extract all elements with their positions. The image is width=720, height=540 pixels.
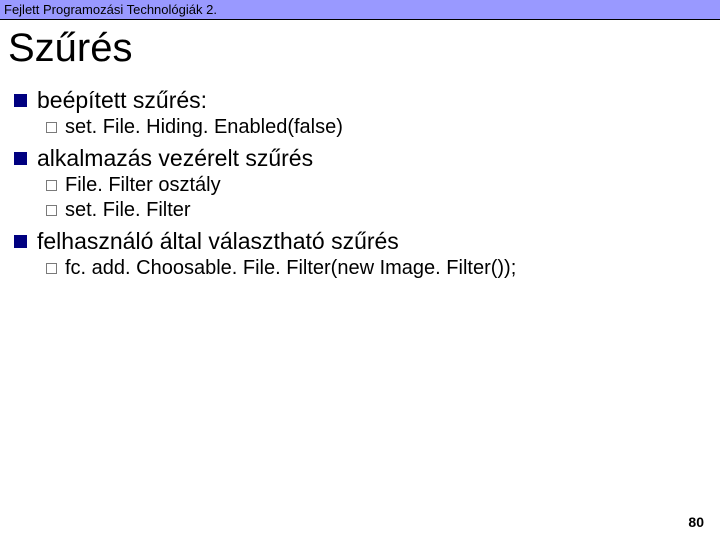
square-bullet-icon (14, 94, 27, 107)
list-subitem-label: File. Filter osztály (65, 174, 221, 197)
list-item: felhasználó által választható szűrés (14, 228, 706, 255)
hollow-square-bullet-icon (46, 205, 57, 216)
list-subitem: set. File. Hiding. Enabled(false) (46, 116, 706, 139)
header-text: Fejlett Programozási Technológiák 2. (4, 2, 217, 17)
list-item-label: felhasználó által választható szűrés (37, 228, 399, 255)
list-subitem: fc. add. Choosable. File. Filter(new Ima… (46, 257, 706, 280)
list-subitem-label: set. File. Filter (65, 199, 191, 222)
list-item-label: beépített szűrés: (37, 87, 207, 114)
list-subitem: set. File. Filter (46, 199, 706, 222)
content: beépített szűrés: set. File. Hiding. Ena… (0, 87, 720, 280)
list-item: alkalmazás vezérelt szűrés (14, 145, 706, 172)
page-number: 80 (688, 514, 704, 530)
square-bullet-icon (14, 152, 27, 165)
hollow-square-bullet-icon (46, 122, 57, 133)
list-subitem: File. Filter osztály (46, 174, 706, 197)
slide-title: Szűrés (0, 20, 720, 81)
list-item: beépített szűrés: (14, 87, 706, 114)
list-item-label: alkalmazás vezérelt szűrés (37, 145, 313, 172)
square-bullet-icon (14, 235, 27, 248)
list-subitem-label: set. File. Hiding. Enabled(false) (65, 116, 343, 139)
hollow-square-bullet-icon (46, 180, 57, 191)
header-bar: Fejlett Programozási Technológiák 2. (0, 0, 720, 20)
list-subitem-label: fc. add. Choosable. File. Filter(new Ima… (65, 257, 516, 280)
hollow-square-bullet-icon (46, 263, 57, 274)
